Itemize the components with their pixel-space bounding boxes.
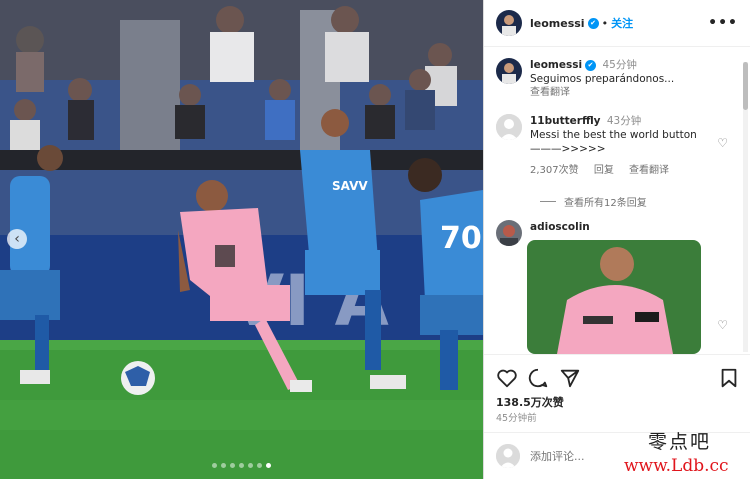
post-photo[interactable]: VI A SAVV 70 ‹: [0, 0, 483, 479]
carousel-prev-button[interactable]: ‹: [7, 229, 27, 249]
follow-button[interactable]: 关注: [611, 15, 633, 31]
comment-username[interactable]: 11butterffly: [530, 115, 601, 127]
post-header: leomessi ✔ • 关注 •••: [484, 0, 750, 47]
commenter-avatar[interactable]: [496, 114, 522, 140]
carousel-dot: [248, 463, 253, 468]
comment-body: 11butterffly 43分钟 Messi the best the wor…: [530, 114, 697, 178]
comment-like-heart-icon[interactable]: ♡: [717, 318, 728, 332]
carousel-dot: [239, 463, 244, 468]
comment-bubble-icon[interactable]: [527, 367, 549, 389]
carousel-dot: [221, 463, 226, 468]
comment-likes-count[interactable]: 2,307次赞: [530, 165, 579, 176]
replies-divider: [540, 201, 556, 202]
comment-meta: 2,307次赞 回复 查看翻译: [530, 164, 697, 178]
caption-time: 45分钟: [602, 59, 637, 71]
comment-like-heart-icon[interactable]: ♡: [717, 136, 728, 150]
comment-row: 11butterffly 43分钟 Messi the best the wor…: [496, 114, 697, 178]
add-comment-input[interactable]: [530, 449, 630, 463]
caption-username[interactable]: leomessi: [530, 59, 582, 71]
carousel-dot: [257, 463, 262, 468]
comment-reply-button[interactable]: 回复: [594, 165, 614, 176]
bookmark-save-icon[interactable]: [718, 367, 740, 389]
watermark-chinese: 零点吧: [648, 431, 712, 453]
watermark-url: www.Ldb.cc: [624, 456, 729, 476]
caption-body: leomessi ✔ 45分钟 Seguimos preparándonos...…: [530, 58, 674, 100]
chevron-left-icon: ‹: [14, 231, 20, 247]
comments-list[interactable]: leomessi ✔ 45分钟 Seguimos preparándonos...…: [484, 48, 742, 354]
author-avatar[interactable]: [496, 10, 522, 36]
comment-image[interactable]: [527, 240, 701, 354]
action-bar: 138.5万次赞 45分钟前: [484, 354, 750, 426]
verified-badge-icon: ✔: [585, 59, 597, 71]
caption-row: leomessi ✔ 45分钟 Seguimos preparándonos...…: [496, 58, 674, 100]
separator-dot: •: [601, 16, 609, 30]
author-avatar[interactable]: [496, 58, 522, 84]
comment-username[interactable]: adioscolin: [530, 221, 590, 233]
comment-text-line2: ———>>>>>: [530, 143, 606, 155]
app-window: VI A SAVV 70 ‹ leomessi ✔ • 关注 ••• leome…: [0, 0, 750, 479]
more-options-icon[interactable]: •••: [708, 15, 738, 31]
svg-text:SAVV: SAVV: [332, 179, 368, 193]
view-replies-link[interactable]: 查看所有12条回复: [540, 194, 647, 209]
comments-scrollbar-thumb[interactable]: [743, 62, 748, 110]
caption-text: Seguimos preparándonos...: [530, 73, 675, 85]
carousel-indicator: [0, 463, 483, 468]
like-heart-icon[interactable]: [496, 367, 518, 389]
verified-badge-icon: ✔: [587, 17, 599, 29]
share-send-icon[interactable]: [559, 367, 581, 389]
comment-translate-link[interactable]: 查看翻译: [629, 165, 669, 176]
author-username[interactable]: leomessi: [530, 17, 585, 30]
comment-time: 43分钟: [606, 115, 642, 127]
carousel-dot-active: [266, 463, 271, 468]
carousel-dot: [212, 463, 217, 468]
commenter-avatar[interactable]: [496, 220, 522, 246]
match-photo: VI A SAVV 70: [0, 0, 483, 479]
svg-text:70: 70: [440, 221, 482, 256]
view-replies-label: 查看所有12条回复: [564, 198, 647, 209]
post-side-panel: leomessi ✔ • 关注 ••• leomessi ✔ 45分钟 Segui…: [483, 0, 750, 479]
comment-text: Messi the best the world button: [530, 129, 697, 141]
current-user-avatar: [496, 444, 520, 468]
carousel-dot: [230, 463, 235, 468]
post-time-ago: 45分钟前: [496, 413, 537, 424]
likes-count[interactable]: 138.5万次赞: [496, 394, 564, 410]
caption-translate-link[interactable]: 查看翻译: [530, 86, 674, 100]
